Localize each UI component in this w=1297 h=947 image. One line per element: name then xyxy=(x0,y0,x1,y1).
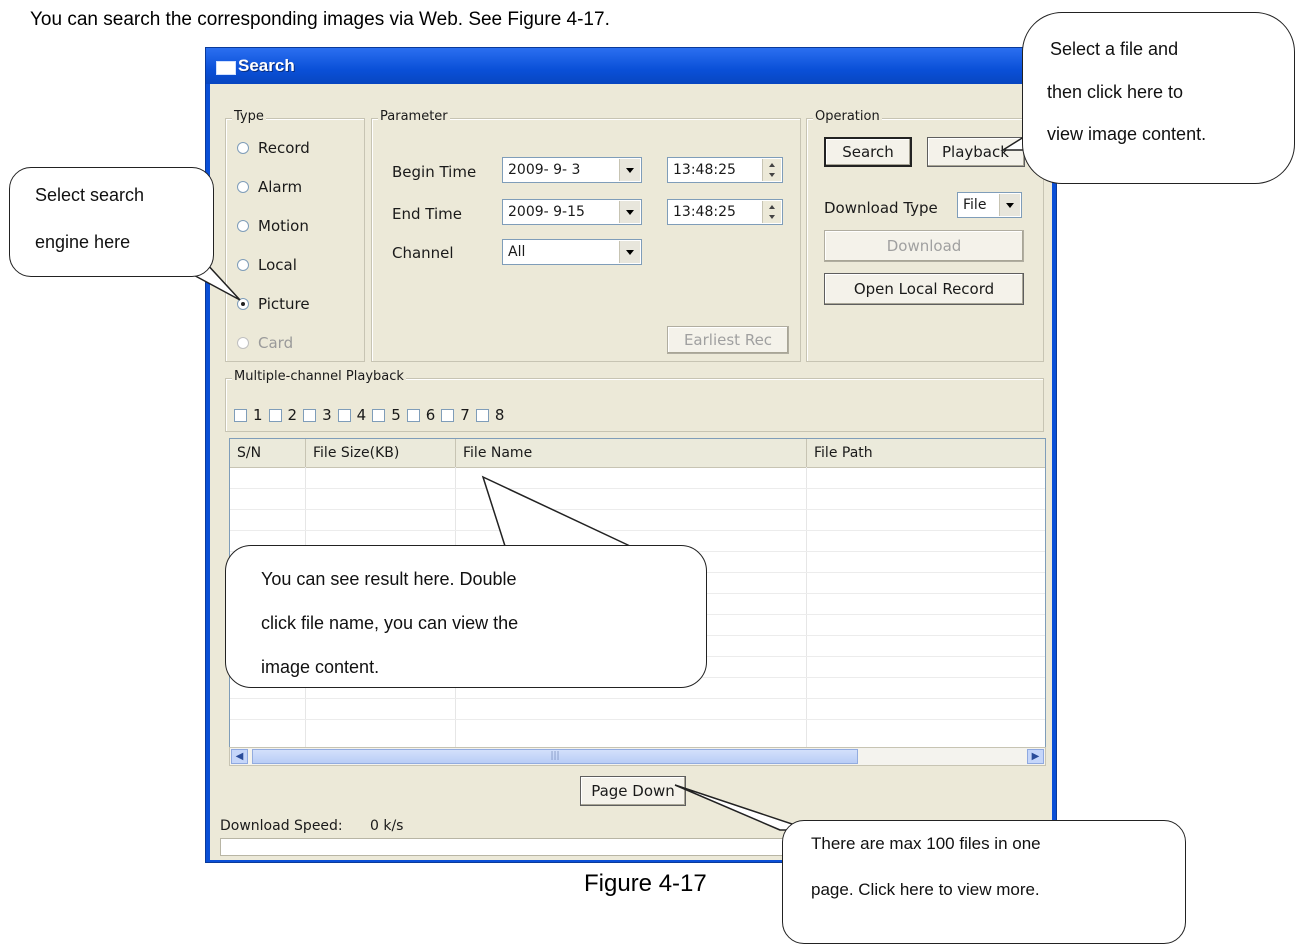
result-callout-line: You can see result here. Double xyxy=(261,569,517,589)
select-file-callout: Select a file and then click here to vie… xyxy=(1022,12,1295,184)
search-engine-callout-line: Select search xyxy=(35,185,145,205)
result-callout-line: image content. xyxy=(261,657,380,677)
result-callout-tail xyxy=(481,475,631,547)
result-callout: You can see result here. Double click fi… xyxy=(225,545,707,688)
max-files-callout-line: page. Click here to view more. xyxy=(811,880,1040,899)
search-engine-callout: Select search engine here xyxy=(9,167,214,277)
select-file-callout-line: view image content. xyxy=(1047,124,1207,144)
max-files-callout-tail xyxy=(674,784,811,831)
result-callout-line: click file name, you can view the xyxy=(261,613,519,633)
search-engine-callout-line: engine here xyxy=(35,232,131,252)
select-file-callout-line: Select a file and xyxy=(1050,39,1179,59)
max-files-callout-line: There are max 100 files in one xyxy=(811,834,1041,853)
max-files-callout: There are max 100 files in one page. Cli… xyxy=(782,820,1186,944)
select-file-callout-line: then click here to xyxy=(1047,82,1184,102)
